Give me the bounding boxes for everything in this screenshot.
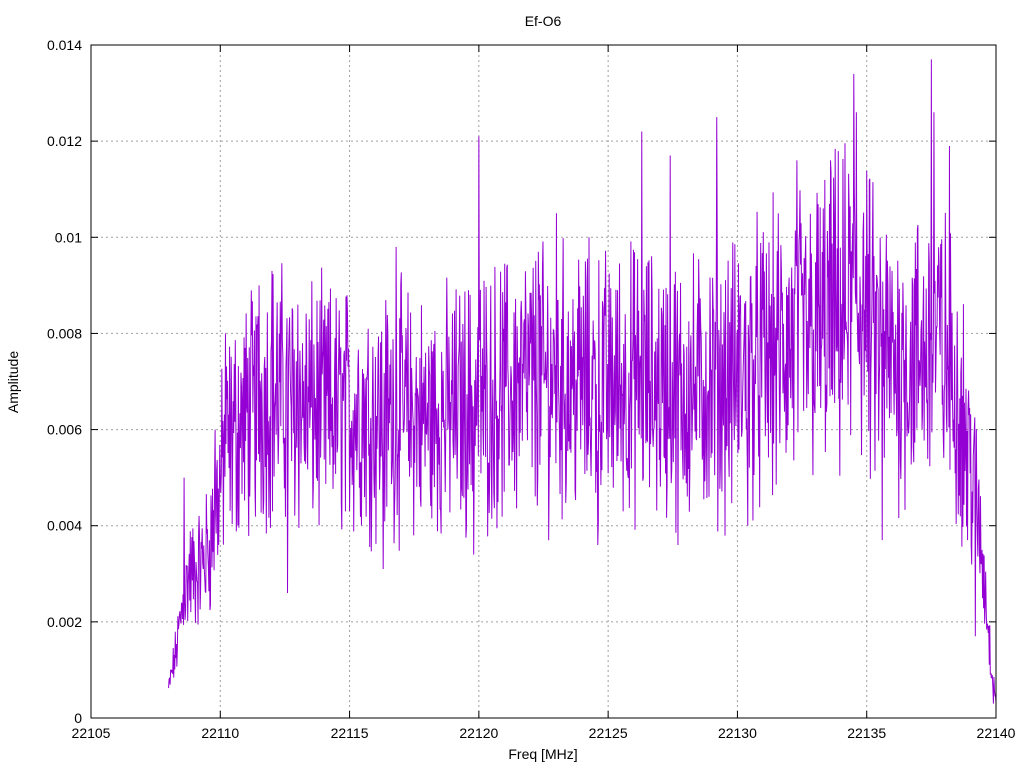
- y-tick-label: 0.008: [47, 325, 82, 341]
- series-line: [168, 59, 997, 704]
- series-layer: [168, 59, 997, 704]
- y-tick-label: 0.012: [47, 133, 82, 149]
- x-tick-label: 22120: [459, 725, 498, 741]
- x-tick-label: 22130: [718, 725, 757, 741]
- y-tick-label: 0.002: [47, 614, 82, 630]
- x-axis-label: Freq [MHz]: [508, 746, 577, 762]
- y-tick-label: 0.014: [47, 37, 82, 53]
- y-tick-label: 0: [74, 710, 82, 726]
- y-tick-label: 0.004: [47, 518, 82, 534]
- x-tick-label: 22110: [201, 725, 239, 741]
- x-tick-label: 22140: [977, 725, 1016, 741]
- x-tick-label: 22115: [331, 725, 369, 741]
- y-tick-label: 0.01: [55, 229, 82, 245]
- chart-title: Ef-O6: [525, 13, 562, 29]
- chart: 22105 22110 22115 22120 22125 22130 22135 22140…: [5, 13, 1016, 762]
- y-axis-label: Amplitude: [5, 351, 21, 413]
- x-tick-label: 22105: [72, 725, 111, 741]
- x-tick-label: 22135: [847, 725, 886, 741]
- x-tick-label: 22125: [589, 725, 628, 741]
- y-tick-label: 0.006: [47, 422, 82, 438]
